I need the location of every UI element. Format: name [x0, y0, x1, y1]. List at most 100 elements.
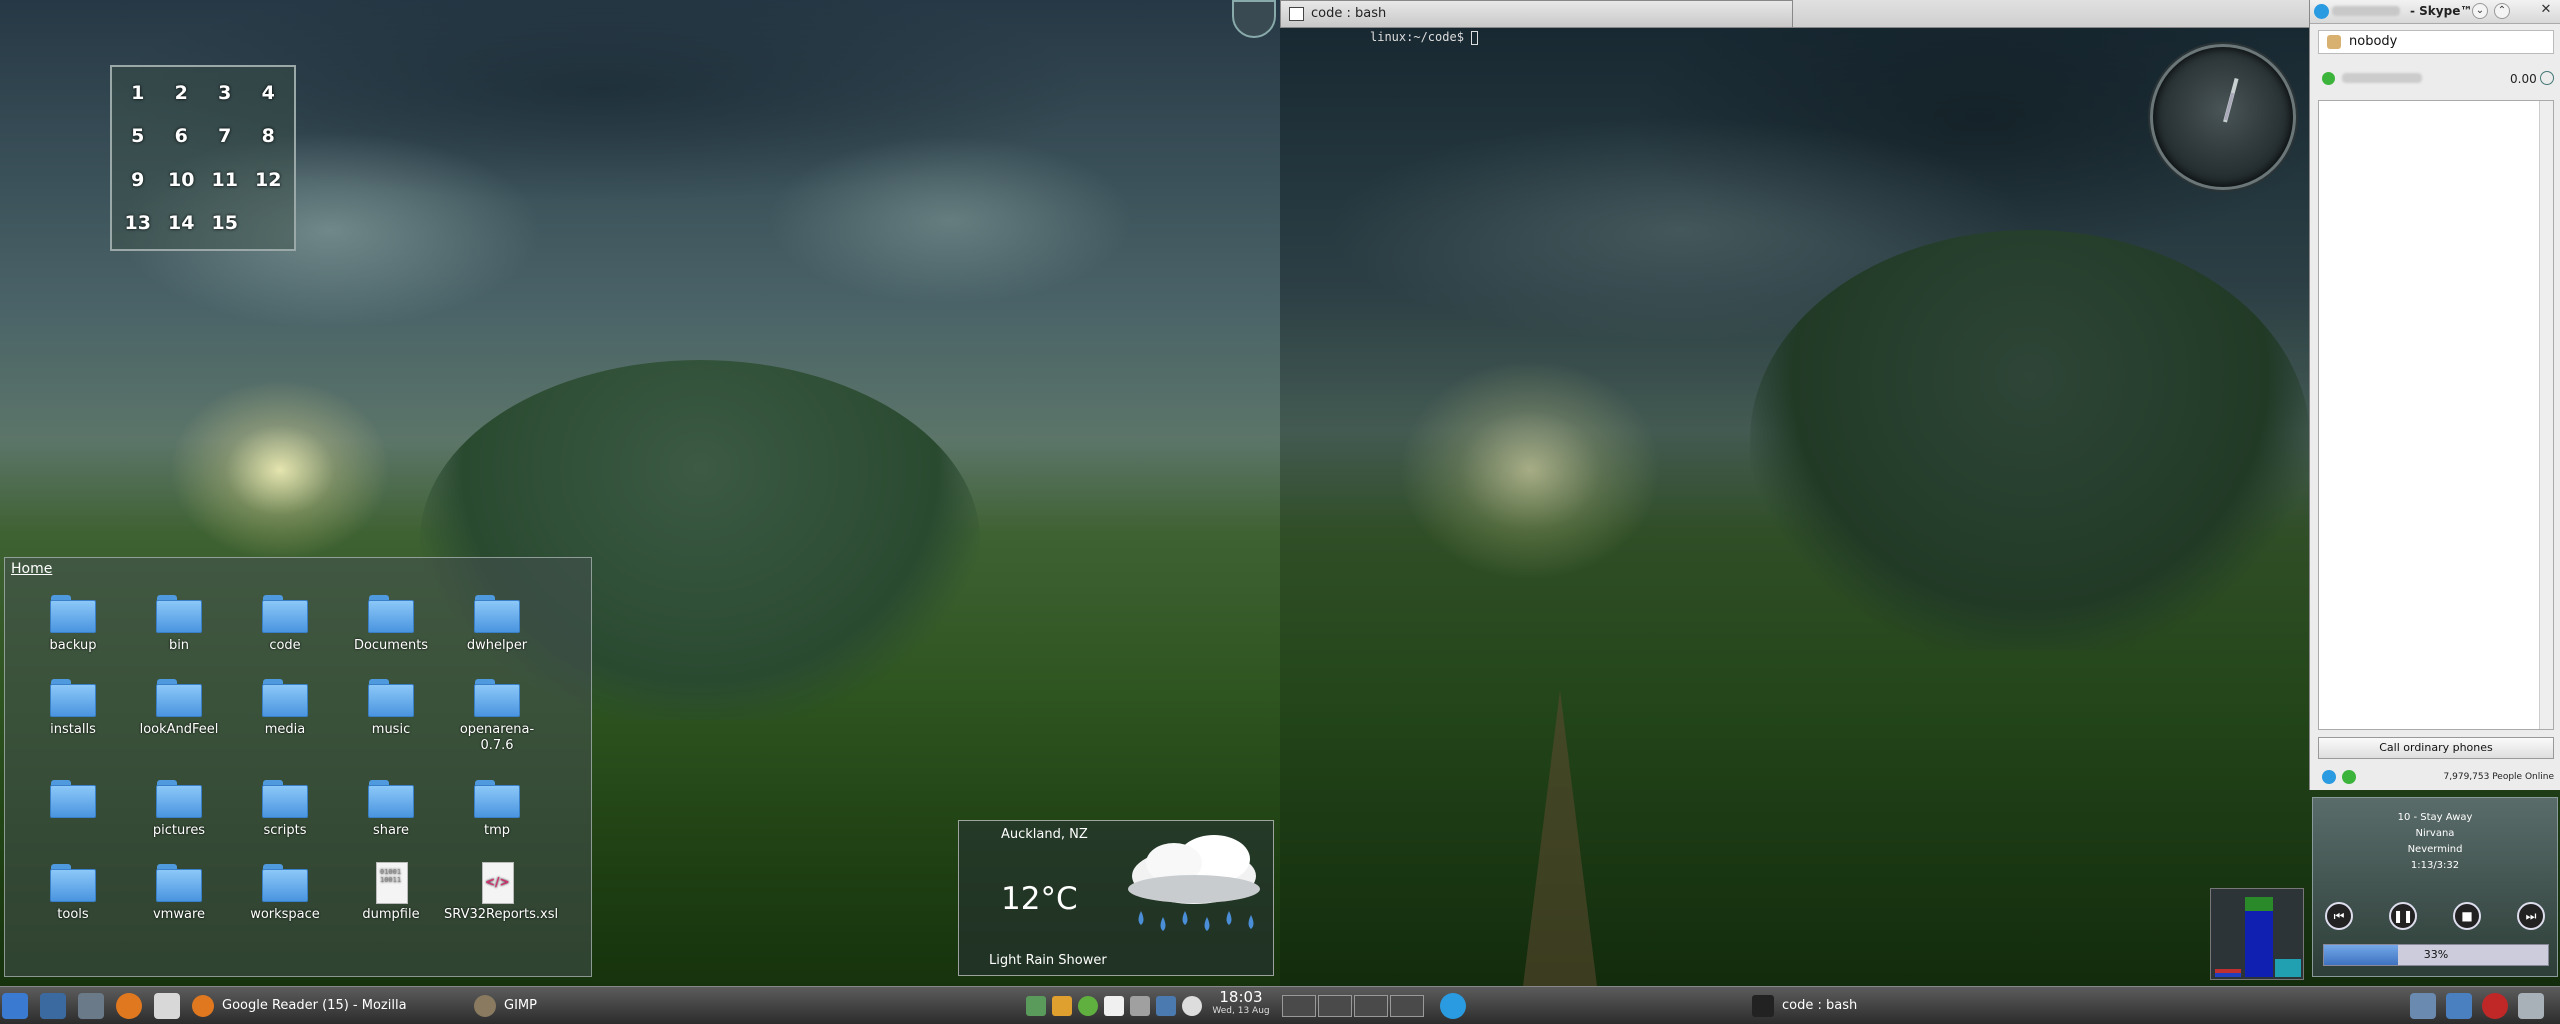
task-firefox[interactable]: Google Reader (15) - Mozilla Firefox	[192, 991, 452, 1021]
task-terminal[interactable]: code : bash	[1752, 991, 1952, 1021]
skype-contact-scrollbar[interactable]	[2539, 101, 2553, 729]
stop-icon[interactable]: ■	[2453, 902, 2481, 930]
folder-item[interactable]: music	[338, 677, 444, 738]
folder-item[interactable]: share	[338, 778, 444, 839]
lock-screen-icon[interactable]	[2446, 993, 2472, 1019]
media-player-widget: 10 - Stay Away Nirvana Nevermind 1:13/3:…	[2312, 797, 2558, 977]
desktop-thumb-3[interactable]	[1354, 995, 1388, 1017]
folder-item[interactable]: bin	[126, 593, 232, 654]
power-icon[interactable]	[2482, 993, 2508, 1019]
pager-desktop-4[interactable]: 4	[247, 71, 291, 115]
skype-logo-icon	[2314, 4, 2329, 19]
folder-item[interactable]: pictures	[126, 778, 232, 839]
now-playing-info: 10 - Stay Away Nirvana Nevermind 1:13/3:…	[2313, 810, 2557, 874]
skype-tray-icon[interactable]	[1440, 993, 1466, 1019]
folder-item[interactable]: tools	[20, 862, 126, 923]
pager-desktop-3[interactable]: 3	[203, 71, 247, 115]
folder-item[interactable]: Documents	[338, 593, 444, 654]
folder-item[interactable]: vmware	[126, 862, 232, 923]
pager-desktop-8[interactable]: 8	[247, 115, 291, 159]
terminal-prompt[interactable]: linux:~/code$	[1370, 30, 1479, 45]
tray-clipboard-icon[interactable]	[1052, 996, 1072, 1016]
folder-item[interactable]: workspace	[232, 862, 338, 923]
pager-desktop-10[interactable]: 10	[160, 158, 204, 202]
folder-item[interactable]: 01001 10011 dumpfile	[338, 862, 444, 923]
tray-update-icon[interactable]	[1078, 996, 1098, 1016]
tray-audio-icon[interactable]	[1026, 996, 1046, 1016]
folder-item-label: SRV32Reports.xsl	[444, 907, 559, 922]
folder-item[interactable]: openarena-0.7.6	[444, 677, 550, 754]
pager-desktop-15[interactable]: 15	[203, 202, 247, 246]
folder-icon	[154, 778, 204, 820]
pager-desktop-12[interactable]: 12	[247, 158, 291, 202]
pager-desktop-6[interactable]: 6	[160, 115, 204, 159]
pager-desktop-9[interactable]: 9	[116, 158, 160, 202]
folder-item[interactable]	[20, 778, 126, 823]
folder-item-label: workspace	[250, 907, 320, 922]
folder-item[interactable]: code	[232, 593, 338, 654]
call-ordinary-phones-button[interactable]: Call ordinary phones	[2318, 737, 2554, 759]
folder-icon	[154, 593, 204, 635]
desktop-pager[interactable]: 1 2 3 4 5 6 7 8 9 10 11 12 13 14 15	[110, 65, 296, 251]
firefox-icon[interactable]	[116, 993, 142, 1019]
skype-icon[interactable]	[2322, 770, 2336, 784]
terminal-titlebar[interactable]: code : bash	[1280, 0, 1793, 28]
task-label: GIMP	[504, 998, 537, 1013]
clock-icon[interactable]	[2540, 71, 2554, 85]
analog-clock	[2150, 44, 2296, 190]
window-list-icon[interactable]	[2410, 993, 2436, 1019]
clock-time: 18:03	[1219, 988, 1263, 1006]
pager-desktop-2[interactable]: 2	[160, 71, 204, 115]
trash-icon[interactable]	[2518, 993, 2544, 1019]
folder-item[interactable]: installs	[20, 677, 126, 738]
skype-online-count: 7,979,753 People Online	[2443, 772, 2554, 782]
media-progress-label: 33%	[2423, 948, 2449, 961]
skype-status-field[interactable]: nobody	[2318, 30, 2554, 54]
text-editor-icon[interactable]	[154, 993, 180, 1019]
folder-item-label: tools	[57, 907, 89, 922]
desktop-thumb-1[interactable]	[1282, 995, 1316, 1017]
tray-notes-icon[interactable]	[1104, 996, 1124, 1016]
folder-item[interactable]: scripts	[232, 778, 338, 839]
tray-clock-icon[interactable]	[1182, 996, 1202, 1016]
pager-desktop-7[interactable]: 7	[203, 115, 247, 159]
folder-item[interactable]: dwhelper	[444, 593, 550, 654]
folder-view-title[interactable]: Home	[11, 561, 52, 577]
folder-item[interactable]: backup	[20, 593, 126, 654]
kde-menu-icon[interactable]	[2, 993, 28, 1019]
pager-desktop-14[interactable]: 14	[160, 202, 204, 246]
folder-item[interactable]: tmp	[444, 778, 550, 839]
desktop-thumb-4[interactable]	[1390, 995, 1424, 1017]
chevron-down-icon[interactable]: ⌄	[2472, 3, 2488, 19]
folder-icon	[260, 862, 310, 904]
task-gimp[interactable]: GIMP	[474, 991, 564, 1021]
terminal-titlebar-extension[interactable]	[1793, 0, 2309, 28]
tray-tools-icon[interactable]	[1130, 996, 1150, 1016]
skype-contact-list[interactable]	[2318, 100, 2554, 730]
chevron-up-icon[interactable]: ⌃	[2494, 3, 2510, 19]
wallpaper-path	[1520, 690, 1600, 1010]
pager-desktop-11[interactable]: 11	[203, 158, 247, 202]
file-manager-icon[interactable]	[78, 993, 104, 1019]
folder-item-label: bin	[168, 638, 190, 653]
folder-icon	[472, 778, 522, 820]
pager-desktop-1[interactable]: 1	[116, 71, 160, 115]
folder-item[interactable]: </> SRV32Reports.xsl	[444, 862, 558, 923]
media-progress-bar[interactable]: 33%	[2323, 944, 2549, 966]
next-icon[interactable]: ⏭	[2517, 902, 2545, 930]
pager-desktop-5[interactable]: 5	[116, 115, 160, 159]
folder-item[interactable]: media	[232, 677, 338, 738]
folder-item[interactable]: lookAndFeel	[126, 677, 232, 738]
skype-titlebar[interactable]: - Skype™ ⌄ ⌃ ✕	[2310, 0, 2560, 24]
close-icon[interactable]: ✕	[2538, 3, 2554, 19]
folder-icon	[48, 778, 98, 820]
desktop-thumb-2[interactable]	[1318, 995, 1352, 1017]
pause-icon[interactable]: ❚❚	[2389, 902, 2417, 930]
previous-icon[interactable]: ⏮	[2325, 902, 2353, 930]
pager-desktop-13[interactable]: 13	[116, 202, 160, 246]
xsl-file-icon: </>	[472, 862, 522, 904]
tray-network-icon[interactable]	[1156, 996, 1176, 1016]
add-contact-icon[interactable]	[2342, 770, 2356, 784]
taskbar-clock[interactable]: 18:03 Wed, 13 Aug	[1206, 988, 1276, 1017]
show-desktop-icon[interactable]	[40, 993, 66, 1019]
